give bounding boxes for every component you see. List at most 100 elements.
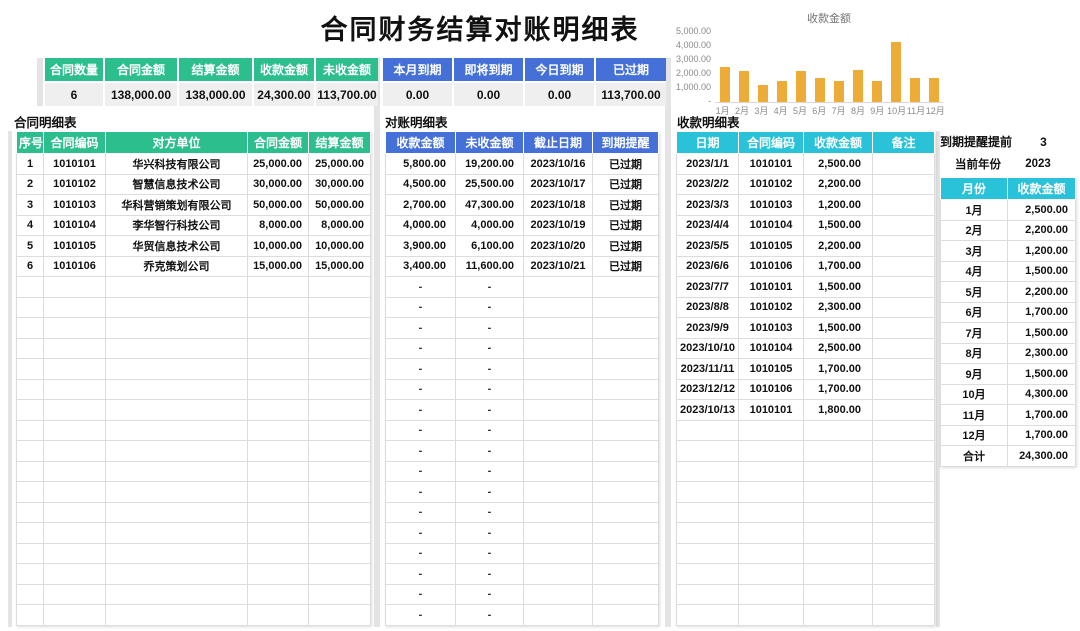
table-cell[interactable]: 50,000.00: [308, 194, 371, 216]
table-cell[interactable]: 10,000.00: [247, 235, 309, 257]
table-cell[interactable]: 2023/9/9: [676, 317, 739, 339]
table-cell[interactable]: [592, 276, 659, 298]
table-cell[interactable]: 30,000.00: [247, 173, 309, 195]
table-cell[interactable]: -: [385, 481, 456, 503]
table-cell[interactable]: [738, 604, 804, 626]
table-cell[interactable]: [247, 604, 309, 626]
table-cell[interactable]: [43, 522, 106, 544]
table-cell[interactable]: 5月: [940, 281, 1008, 303]
table-cell[interactable]: 1,800.00: [803, 399, 873, 421]
table-cell[interactable]: 2023/1/1: [676, 153, 739, 175]
table-cell[interactable]: 华贸信息技术公司: [105, 235, 248, 257]
table-cell[interactable]: [592, 563, 659, 585]
table-cell[interactable]: 1010105: [43, 235, 106, 257]
table-cell[interactable]: [43, 501, 106, 523]
table-cell[interactable]: 2,300.00: [803, 296, 873, 318]
table-cell[interactable]: [105, 583, 248, 605]
table-cell[interactable]: [872, 337, 935, 359]
table-cell[interactable]: [676, 460, 739, 482]
table-cell[interactable]: 1010101: [738, 153, 804, 175]
table-cell[interactable]: -: [455, 501, 524, 523]
table-cell[interactable]: [523, 317, 593, 339]
table-cell[interactable]: [43, 419, 106, 441]
summary-value-cell[interactable]: 24,300.00: [254, 83, 314, 106]
table-cell[interactable]: -: [385, 337, 456, 359]
table-cell[interactable]: [105, 604, 248, 626]
table-cell[interactable]: 2023/10/10: [676, 337, 739, 359]
table-cell[interactable]: 1,500.00: [1007, 363, 1076, 385]
table-cell[interactable]: [308, 522, 371, 544]
table-cell[interactable]: [592, 419, 659, 441]
table-cell[interactable]: -: [455, 460, 524, 482]
table-cell[interactable]: [308, 583, 371, 605]
table-cell[interactable]: 1,700.00: [803, 378, 873, 400]
table-cell[interactable]: [738, 440, 804, 462]
table-cell[interactable]: [105, 440, 248, 462]
table-cell[interactable]: [872, 440, 935, 462]
table-cell[interactable]: [872, 214, 935, 236]
table-cell[interactable]: 1010104: [738, 337, 804, 359]
table-cell[interactable]: [872, 358, 935, 380]
table-cell[interactable]: [872, 235, 935, 257]
table-cell[interactable]: 1,500.00: [803, 317, 873, 339]
table-cell[interactable]: 47,300.00: [455, 194, 524, 216]
table-cell[interactable]: -: [385, 276, 456, 298]
table-cell[interactable]: 6: [16, 255, 44, 277]
table-cell[interactable]: [247, 501, 309, 523]
table-cell[interactable]: 19,200.00: [455, 153, 524, 175]
table-cell[interactable]: 1,700.00: [1007, 424, 1076, 446]
table-cell[interactable]: [43, 542, 106, 564]
table-cell[interactable]: [105, 399, 248, 421]
table-cell[interactable]: [803, 563, 873, 585]
table-cell[interactable]: 4,500.00: [385, 173, 456, 195]
table-cell[interactable]: [16, 440, 44, 462]
table-cell[interactable]: 3,400.00: [385, 255, 456, 277]
table-cell[interactable]: -: [455, 542, 524, 564]
table-cell[interactable]: [43, 563, 106, 585]
table-cell[interactable]: [523, 563, 593, 585]
table-cell[interactable]: [523, 419, 593, 441]
table-cell[interactable]: [676, 501, 739, 523]
table-cell[interactable]: 2023/10/19: [523, 214, 593, 236]
table-cell[interactable]: [523, 399, 593, 421]
table-cell[interactable]: 2023/11/11: [676, 358, 739, 380]
table-cell[interactable]: 1,500.00: [803, 276, 873, 298]
table-cell[interactable]: 2,700.00: [385, 194, 456, 216]
table-cell[interactable]: [308, 501, 371, 523]
table-cell[interactable]: [43, 358, 106, 380]
summary-value-cell[interactable]: 0.00: [525, 83, 594, 106]
table-cell[interactable]: [872, 583, 935, 605]
table-cell[interactable]: [308, 296, 371, 318]
table-cell[interactable]: [16, 399, 44, 421]
table-cell[interactable]: -: [455, 337, 524, 359]
table-cell[interactable]: [247, 378, 309, 400]
table-cell[interactable]: [523, 296, 593, 318]
table-cell[interactable]: [676, 419, 739, 441]
table-cell[interactable]: [105, 501, 248, 523]
table-cell[interactable]: [872, 604, 935, 626]
table-cell[interactable]: [523, 378, 593, 400]
table-cell[interactable]: [592, 542, 659, 564]
table-cell[interactable]: [16, 337, 44, 359]
table-cell[interactable]: 7月: [940, 322, 1008, 344]
table-cell[interactable]: -: [455, 522, 524, 544]
table-cell[interactable]: -: [385, 358, 456, 380]
table-cell[interactable]: [105, 522, 248, 544]
table-cell[interactable]: 2023/10/13: [676, 399, 739, 421]
table-cell[interactable]: 4,300.00: [1007, 383, 1076, 405]
table-cell[interactable]: [43, 583, 106, 605]
table-cell[interactable]: -: [385, 296, 456, 318]
table-cell[interactable]: [308, 419, 371, 441]
table-cell[interactable]: [803, 542, 873, 564]
table-cell[interactable]: [523, 358, 593, 380]
table-cell[interactable]: [308, 378, 371, 400]
table-cell[interactable]: -: [455, 358, 524, 380]
table-cell[interactable]: 合计: [940, 445, 1008, 467]
table-cell[interactable]: 6月: [940, 301, 1008, 323]
table-cell[interactable]: [523, 583, 593, 605]
table-cell[interactable]: [16, 501, 44, 523]
table-cell[interactable]: 智慧信息技术公司: [105, 173, 248, 195]
table-cell[interactable]: [592, 522, 659, 544]
table-cell[interactable]: [738, 583, 804, 605]
table-cell[interactable]: [738, 419, 804, 441]
